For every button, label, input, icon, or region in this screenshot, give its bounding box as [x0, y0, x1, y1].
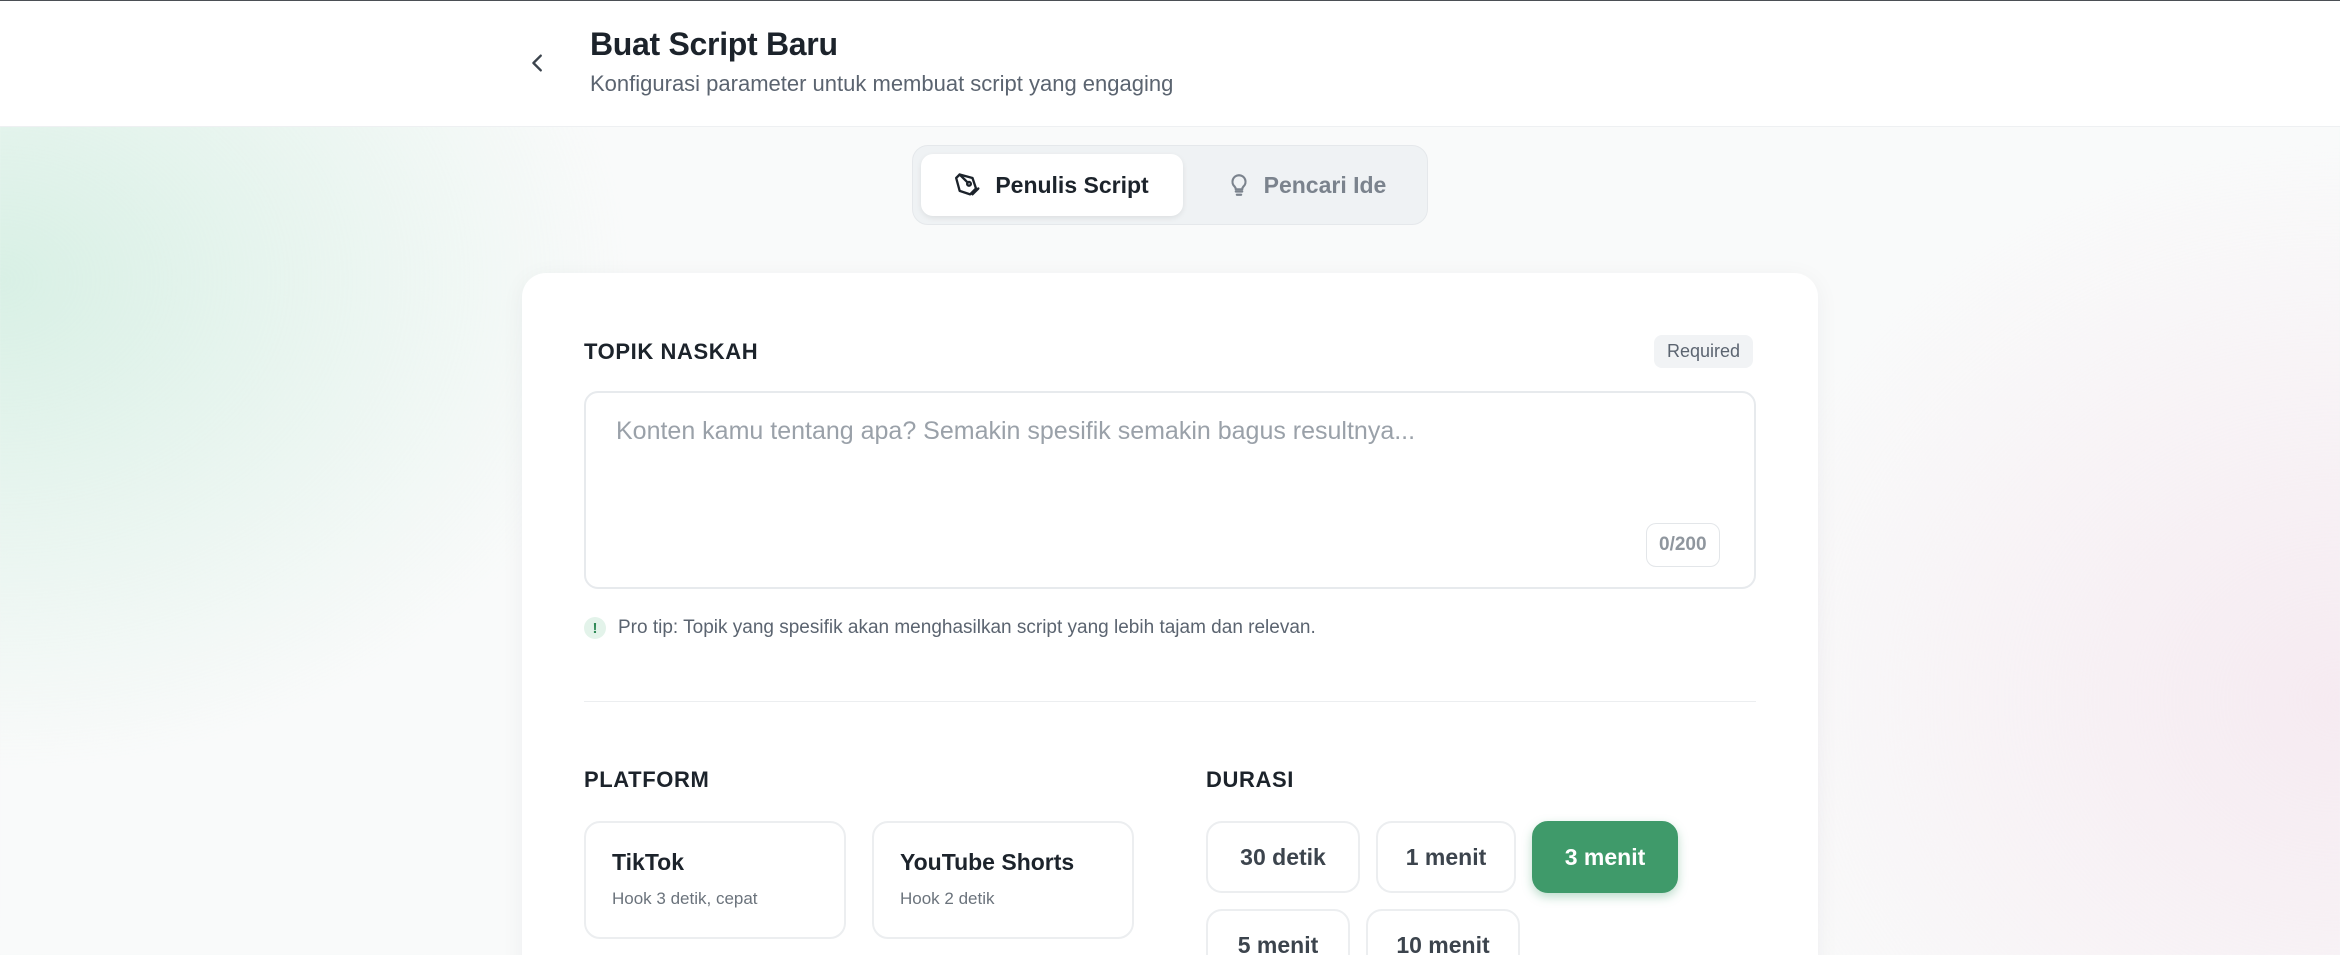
duration-option-30-detik[interactable]: 30 detik — [1206, 821, 1360, 893]
platform-desc: Hook 3 detik, cepat — [612, 889, 758, 908]
back-button[interactable] — [520, 45, 556, 81]
tab-label: Pencari Ide — [1263, 171, 1387, 198]
divider — [584, 701, 1756, 702]
chevron-left-icon — [532, 54, 542, 72]
pro-tip: ! Pro tip: Topik yang spesifik akan meng… — [584, 617, 1316, 639]
tab-label: Penulis Script — [995, 171, 1149, 198]
mode-tabs: Penulis Script Pencari Ide — [912, 145, 1428, 225]
duration-option-3-menit[interactable]: 3 menit — [1532, 821, 1678, 893]
duration-option-1-menit[interactable]: 1 menit — [1376, 821, 1516, 893]
platform-option-tiktok[interactable]: TikTok Hook 3 detik, cepat — [584, 821, 846, 939]
platform-name: TikTok — [612, 849, 684, 875]
pen-tool-icon — [955, 173, 980, 196]
duration-option-10-menit[interactable]: 10 menit — [1366, 909, 1520, 955]
page-title: Buat Script Baru — [590, 26, 838, 62]
platform-desc: Hook 2 detik — [900, 889, 995, 908]
character-counter: 0/200 — [1646, 523, 1720, 567]
script-form-card: TOPIK NASKAH Required 0/200 ! Pro tip: T… — [522, 273, 1818, 955]
tab-pencari-ide[interactable]: Pencari Ide — [1191, 154, 1421, 216]
required-badge: Required — [1654, 335, 1754, 368]
tab-penulis-script[interactable]: Penulis Script — [921, 154, 1183, 216]
platform-option-youtube-shorts[interactable]: YouTube Shorts Hook 2 detik — [872, 821, 1134, 939]
topic-label: TOPIK NASKAH — [584, 339, 759, 364]
tip-text: Pro tip: Topik yang spesifik akan mengha… — [618, 617, 1316, 638]
duration-label: DURASI — [1206, 767, 1294, 792]
platform-label: PLATFORM — [584, 767, 710, 792]
page-header: Buat Script Baru Konfigurasi parameter u… — [0, 1, 2340, 127]
lightbulb-icon — [1231, 174, 1247, 196]
topic-textarea[interactable] — [584, 391, 1756, 589]
duration-option-5-menit[interactable]: 5 menit — [1206, 909, 1350, 955]
platform-name: YouTube Shorts — [900, 849, 1075, 875]
exclamation-icon: ! — [584, 617, 606, 639]
page-subtitle: Konfigurasi parameter untuk membuat scri… — [590, 71, 1174, 96]
